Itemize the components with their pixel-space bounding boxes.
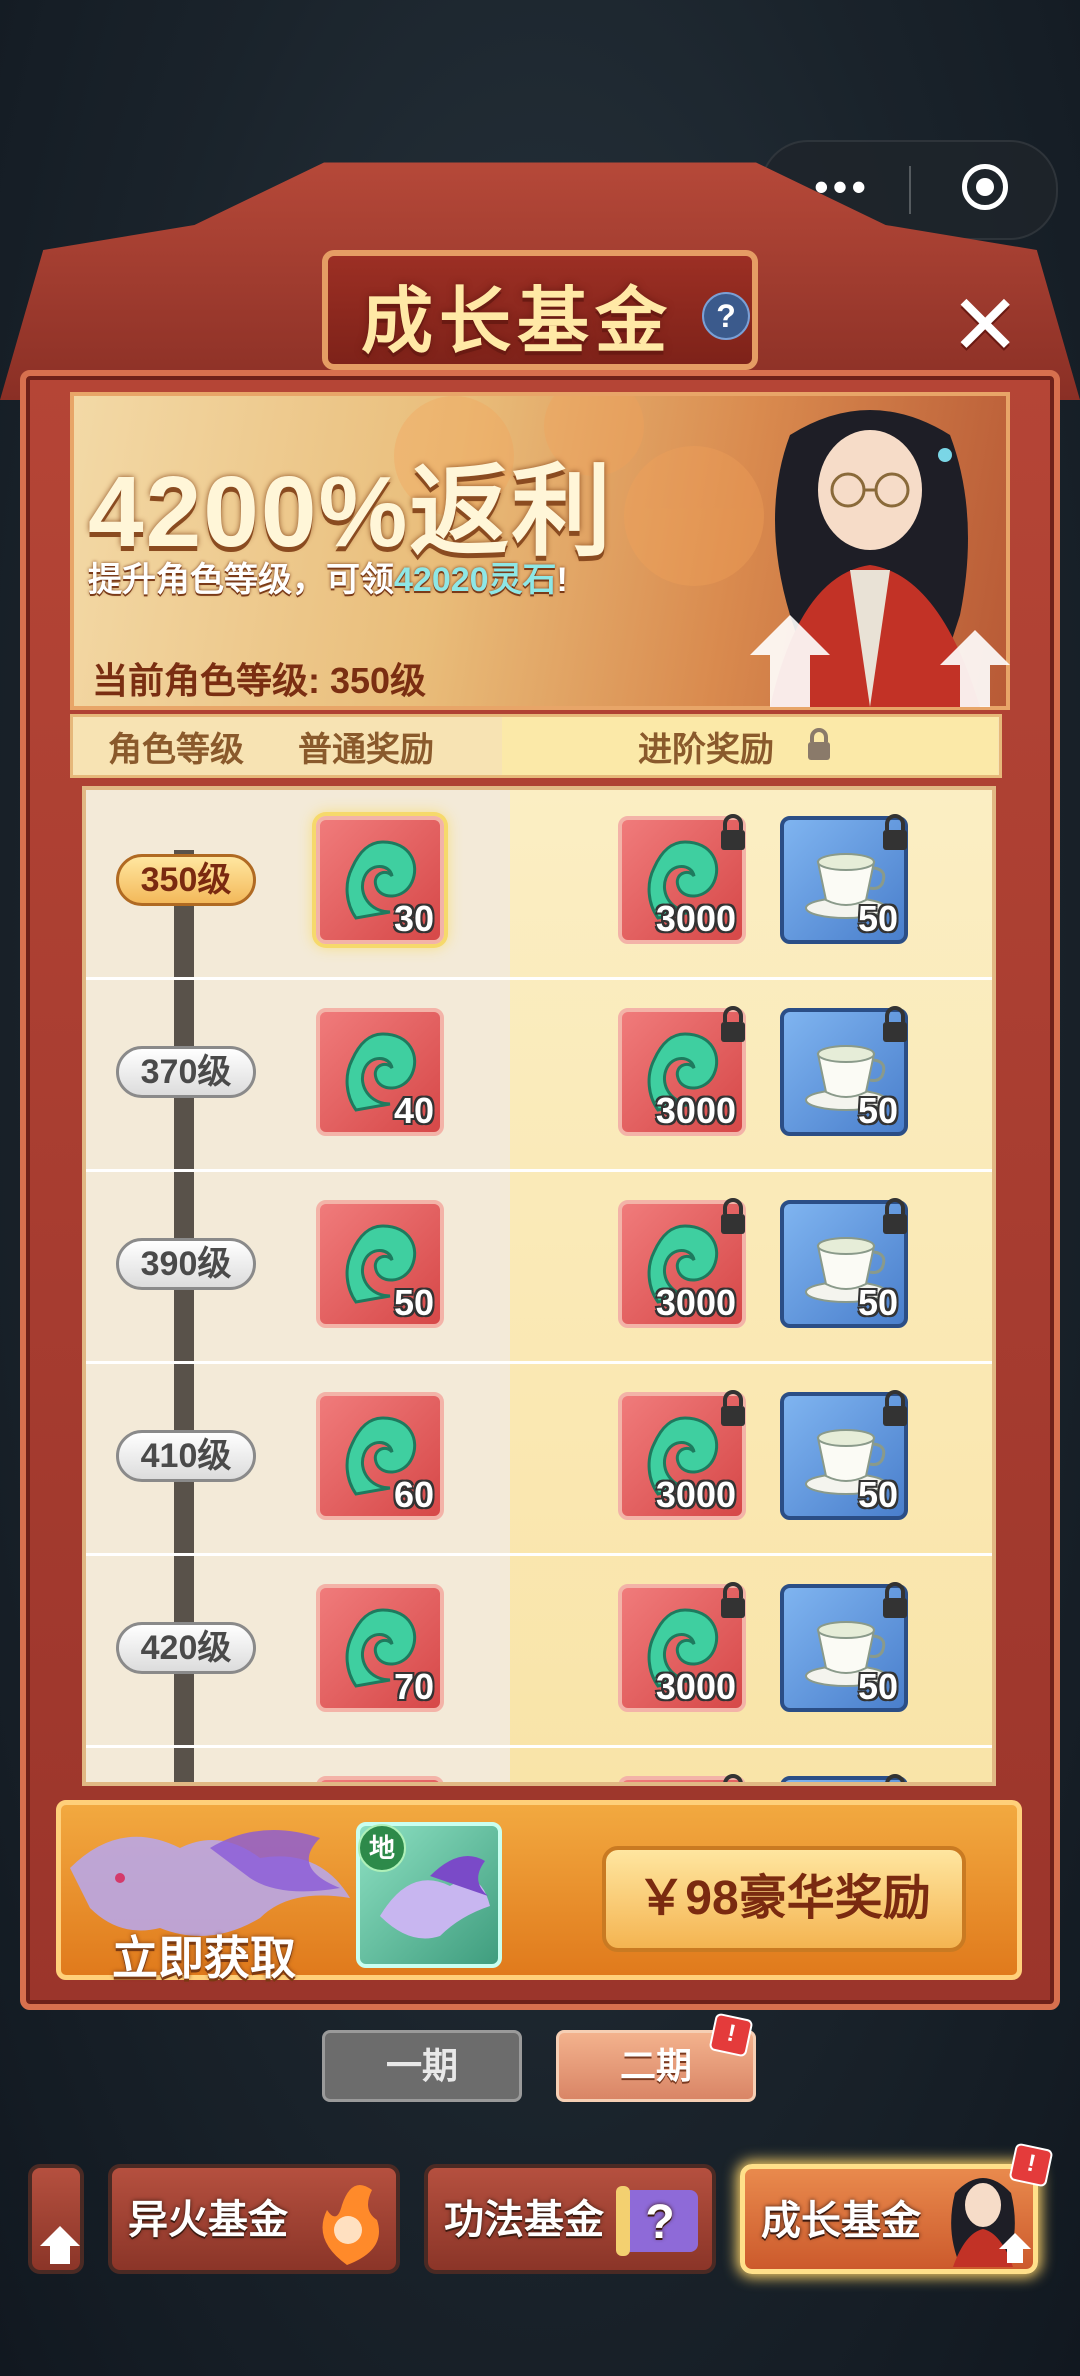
advanced-reward-item[interactable]: 3000: [618, 814, 746, 944]
reward-quantity: 50: [393, 1282, 434, 1323]
col-level-header: 角色等级: [108, 731, 244, 769]
help-icon[interactable]: ?: [702, 292, 750, 340]
advanced-reward-item[interactable]: 3000: [618, 1390, 746, 1520]
buy-button[interactable]: ￥98豪华奖励: [602, 1846, 966, 1952]
fund-tab-partial[interactable]: [28, 2164, 84, 2274]
advanced-reward-item[interactable]: 50: [780, 1198, 908, 1328]
lock-icon: [883, 1006, 907, 1042]
lock-icon: [883, 1198, 907, 1234]
normal-reward-item[interactable]: [316, 1776, 444, 1782]
page-title: 成长基金: [360, 282, 673, 362]
advanced-reward-item[interactable]: 3000: [618, 1198, 746, 1328]
lock-icon: [721, 1390, 745, 1426]
lock-icon: [721, 814, 745, 850]
level-pill: 420级: [116, 1622, 256, 1674]
current-level-label: 当前角色等级: 350级: [92, 660, 427, 701]
reward-quantity: 3000: [655, 1666, 736, 1707]
advanced-reward-item[interactable]: 50: [780, 1006, 908, 1136]
normal-reward-item[interactable]: 50: [316, 1200, 444, 1328]
notification-badge: !: [1008, 2142, 1054, 2188]
reward-quantity: 50: [857, 898, 898, 939]
level-pill: 390级: [116, 1238, 256, 1290]
subline-prefix: 提升角色等级，可领: [88, 561, 394, 599]
advanced-reward-item[interactable]: [780, 1774, 908, 1782]
rebate-subline: 提升角色等级，可领42020灵石!: [88, 552, 568, 601]
fund-tab-gongfa[interactable]: 功法基金 ?: [424, 2164, 716, 2274]
subline-highlight: 42020灵石: [394, 561, 557, 599]
col-normal-header: 普通奖励: [298, 731, 434, 769]
scroll-question-icon: ?: [616, 2186, 698, 2256]
fund-tab-gongfa-label: 功法基金: [444, 2198, 604, 2242]
lock-icon: [883, 1390, 907, 1426]
reward-row: 390级 50 3000 50: [86, 1174, 992, 1364]
tab-phase-1[interactable]: 一期: [322, 2030, 522, 2102]
normal-reward-item[interactable]: 70: [316, 1584, 444, 1712]
level-pill: 350级: [116, 854, 256, 906]
advanced-reward-item[interactable]: 3000: [618, 1006, 746, 1136]
advanced-reward-item[interactable]: 3000: [618, 1582, 746, 1712]
reward-quantity: 50: [857, 1666, 898, 1707]
reward-quantity: 3000: [655, 1474, 736, 1515]
reward-quantity: 40: [393, 1090, 434, 1131]
advanced-reward-item[interactable]: 50: [780, 1390, 908, 1520]
lock-icon: [883, 1582, 907, 1618]
lock-icon: [808, 728, 830, 760]
normal-reward-item[interactable]: 40: [316, 1008, 444, 1136]
level-pill: 410级: [116, 1430, 256, 1482]
fund-tab-yihuo-label: 异火基金: [128, 2198, 288, 2242]
reward-quantity: 60: [393, 1474, 434, 1515]
close-icon[interactable]: ✕: [950, 283, 1020, 367]
lock-icon: [721, 1582, 745, 1618]
normal-reward-item[interactable]: 60: [316, 1392, 444, 1520]
lock-icon: [721, 1198, 745, 1234]
reward-quantity: 70: [393, 1666, 434, 1707]
reward-quantity: 3000: [655, 1282, 736, 1323]
reward-quantity: 30: [393, 898, 434, 939]
lock-icon: [885, 1774, 905, 1782]
reward-quantity: 50: [857, 1090, 898, 1131]
svg-text:?: ?: [645, 2196, 674, 2249]
reward-list[interactable]: 350级 30 3000 50 370级 40 3000 50 390级 50 3000 50 410级…: [82, 786, 996, 1786]
fund-tab-chengzhang-label: 成长基金: [761, 2199, 921, 2243]
subline-suffix: !: [556, 561, 568, 599]
normal-reward-item[interactable]: 30: [316, 816, 444, 944]
advanced-reward-item[interactable]: 50: [780, 1582, 908, 1712]
get-now-label: 立即获取: [112, 1932, 296, 1984]
character-portrait: [750, 410, 1010, 707]
fire-spirit-icon: [322, 2185, 379, 2265]
arrow-up-icon: [40, 2226, 80, 2264]
fund-tab-chengzhang[interactable]: 成长基金: [740, 2164, 1038, 2274]
lock-icon: [723, 1774, 743, 1782]
grade-badge: 地: [358, 1824, 406, 1872]
reward-row: 350级 30 3000 50: [86, 790, 992, 980]
reward-quantity: 50: [857, 1282, 898, 1323]
reward-quantity: 3000: [655, 898, 736, 939]
reward-row: 410级 60 3000 50: [86, 1366, 992, 1556]
notification-badge: !: [708, 2012, 754, 2058]
reward-row: 370级 40 3000 50: [86, 982, 992, 1172]
fund-tab-yihuo[interactable]: 异火基金: [108, 2164, 400, 2274]
lock-icon: [883, 814, 907, 850]
level-pill: 370级: [116, 1046, 256, 1098]
exit-miniprogram-icon[interactable]: [962, 164, 1008, 210]
advanced-reward-item[interactable]: [618, 1774, 746, 1782]
advanced-reward-item[interactable]: 50: [780, 814, 908, 944]
capsule-divider: [909, 166, 911, 214]
reward-quantity: 50: [857, 1474, 898, 1515]
reward-row: [86, 1750, 992, 1782]
reward-row: 420级 70 3000 50: [86, 1558, 992, 1748]
lock-icon: [721, 1006, 745, 1042]
col-advanced-header: 进阶奖励: [638, 731, 774, 769]
reward-quantity: 3000: [655, 1090, 736, 1131]
